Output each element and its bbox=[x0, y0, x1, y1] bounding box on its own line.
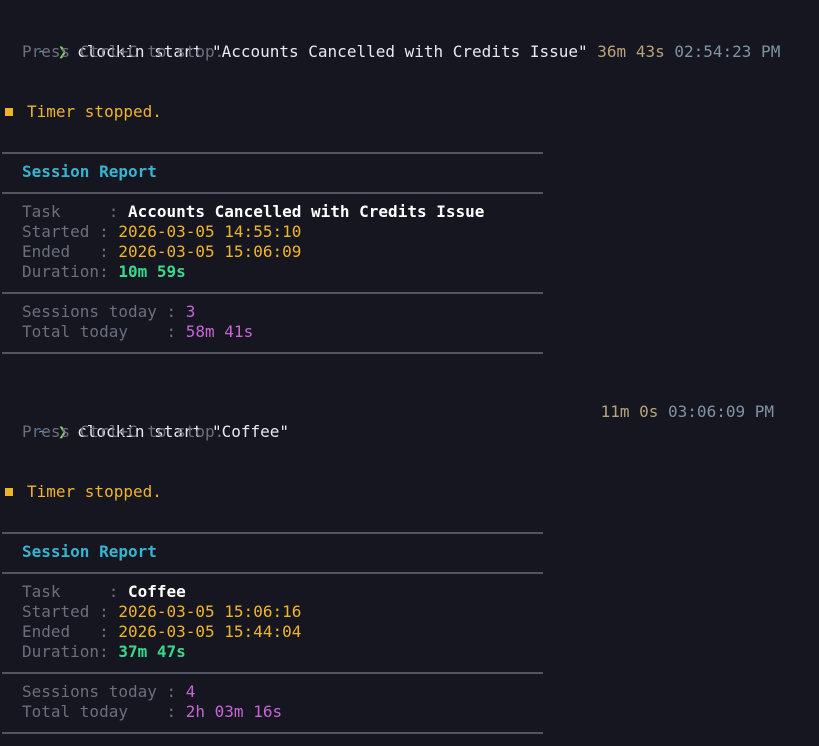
report-ended-row: Ended : 2026-03-05 15:44:04 bbox=[0, 622, 301, 642]
sessions-label: Sessions today : bbox=[22, 302, 186, 321]
sessions-label: Sessions today : bbox=[22, 682, 186, 701]
report-divider bbox=[2, 352, 543, 354]
prompt-elapsed: 11m 0s bbox=[600, 402, 659, 421]
report-divider bbox=[2, 152, 543, 154]
report-started-row: Started : 2026-03-05 14:55:10 bbox=[0, 222, 301, 242]
prompt-elapsed: 36m 43s bbox=[597, 42, 665, 61]
prompt-right-status: 11m 0s 03:06:09 PM bbox=[601, 402, 774, 422]
stop-hint: Press Ctrl+C to stop. bbox=[22, 42, 225, 61]
report-divider bbox=[2, 292, 543, 294]
report-divider bbox=[2, 532, 543, 534]
started-value: 2026-03-05 14:55:10 bbox=[118, 222, 302, 241]
ended-label: Ended : bbox=[22, 242, 119, 261]
report-started-row: Started : 2026-03-05 15:06:16 bbox=[0, 602, 301, 622]
stop-square-icon bbox=[5, 488, 13, 496]
total-label: Total today : bbox=[22, 322, 186, 341]
report-sessions-row: Sessions today : 4 bbox=[0, 682, 195, 702]
total-label: Total today : bbox=[22, 702, 186, 721]
task-value: Accounts Cancelled with Credits Issue bbox=[127, 202, 485, 221]
task-label: Task : bbox=[22, 202, 128, 221]
prompt-clock: 03:06:09 PM bbox=[668, 402, 774, 421]
sessions-value: 3 bbox=[185, 302, 196, 321]
prompt-line: ~ ❯ clockin start "Coffee" 11m 0s 03:06:… bbox=[0, 402, 819, 441]
duration-value: 10m 59s bbox=[118, 262, 186, 281]
started-label: Started : bbox=[22, 222, 119, 241]
report-duration-row: Duration: 37m 47s bbox=[0, 642, 186, 662]
timer-stopped-line: Timer stopped. bbox=[0, 102, 162, 122]
task-label: Task : bbox=[22, 582, 128, 601]
ended-value: 2026-03-05 15:44:04 bbox=[118, 622, 302, 641]
report-divider bbox=[2, 672, 543, 674]
report-title: Session Report bbox=[22, 542, 157, 561]
report-divider bbox=[2, 572, 543, 574]
timer-stopped-line: Timer stopped. bbox=[0, 482, 162, 502]
prompt-clock: 02:54:23 PM bbox=[674, 42, 781, 61]
report-title: Session Report bbox=[22, 162, 157, 181]
started-value: 2026-03-05 15:06:16 bbox=[118, 602, 302, 621]
started-label: Started : bbox=[22, 602, 119, 621]
report-divider bbox=[2, 192, 543, 194]
report-task-row: Task : Coffee bbox=[0, 582, 186, 602]
stop-square-icon bbox=[5, 108, 13, 116]
report-duration-row: Duration: 10m 59s bbox=[0, 262, 186, 282]
prompt-line: ~ ❯ clockin start "Accounts Cancelled wi… bbox=[0, 22, 819, 61]
ended-value: 2026-03-05 15:06:09 bbox=[118, 242, 302, 261]
stop-hint: Press Ctrl+C to stop. bbox=[22, 422, 225, 441]
duration-label: Duration: bbox=[22, 642, 119, 661]
report-total-row: Total today : 2h 03m 16s bbox=[0, 702, 282, 722]
task-value: Coffee bbox=[127, 582, 186, 601]
timer-stopped-text: Timer stopped. bbox=[27, 482, 162, 501]
report-ended-row: Ended : 2026-03-05 15:06:09 bbox=[0, 242, 301, 262]
report-total-row: Total today : 58m 41s bbox=[0, 322, 253, 342]
duration-label: Duration: bbox=[22, 262, 119, 281]
report-sessions-row: Sessions today : 3 bbox=[0, 302, 195, 322]
duration-value: 37m 47s bbox=[118, 642, 186, 661]
total-value: 58m 41s bbox=[185, 322, 254, 341]
sessions-value: 4 bbox=[185, 682, 196, 701]
report-divider bbox=[2, 732, 543, 734]
total-value: 2h 03m 16s bbox=[185, 702, 283, 721]
ended-label: Ended : bbox=[22, 622, 119, 641]
timer-stopped-text: Timer stopped. bbox=[27, 102, 162, 121]
report-task-row: Task : Accounts Cancelled with Credits I… bbox=[0, 202, 484, 222]
